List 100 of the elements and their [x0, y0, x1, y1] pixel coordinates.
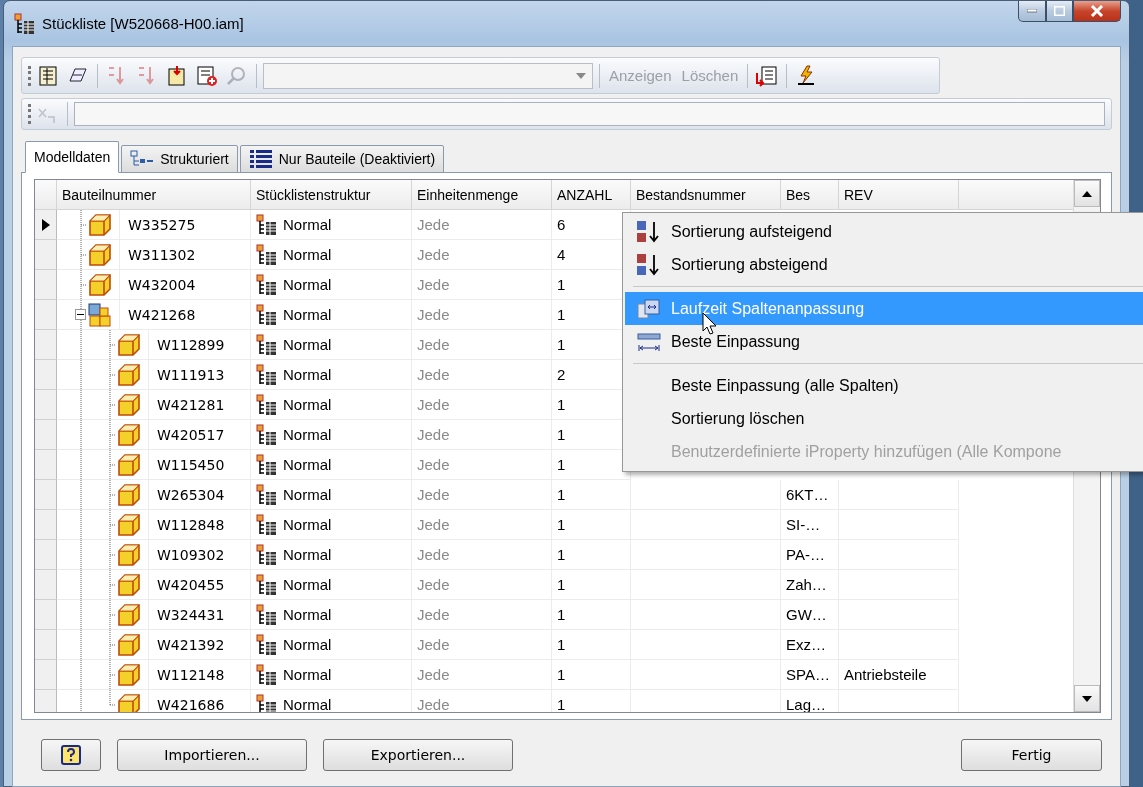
structure-icon [256, 213, 278, 236]
cube-icon [116, 631, 142, 658]
help-button[interactable] [41, 739, 101, 771]
structure-icon [256, 303, 278, 326]
structure-text: Normal [283, 666, 332, 683]
cube-icon [116, 421, 142, 448]
table-icon[interactable] [37, 64, 59, 87]
collapse-toggle[interactable] [75, 308, 86, 320]
table-add-icon[interactable] [196, 64, 218, 87]
structure-icon [256, 273, 278, 296]
filter-dropdown[interactable] [263, 62, 593, 89]
column-header[interactable]: REV [839, 180, 959, 210]
tree-line [80, 419, 116, 450]
quantity: 1 [552, 660, 631, 690]
minimize-icon [1027, 9, 1037, 13]
description-cell: 6KT… [781, 480, 839, 510]
cube-icon [116, 331, 142, 358]
structure-icon [256, 603, 278, 626]
down-arrow-icon [1082, 695, 1092, 702]
structure-icon [256, 243, 278, 266]
structure-icon [256, 393, 278, 416]
minimize-button[interactable] [1018, 1, 1046, 22]
close-icon [1090, 5, 1104, 17]
structure-text: Normal [283, 246, 332, 263]
column-header[interactable]: Stücklistenstruktur [251, 180, 412, 210]
tab[interactable]: Strukturiert [121, 145, 238, 173]
structure-text: Normal [283, 486, 332, 503]
search-icon[interactable] [226, 64, 248, 87]
tree-line [80, 569, 116, 600]
column-fit-icon [637, 297, 661, 320]
close-button[interactable] [1073, 1, 1121, 22]
cube-icon [116, 571, 142, 598]
structure-icon [256, 363, 278, 386]
description-cell: Zah… [781, 570, 839, 600]
tree-line [80, 659, 116, 690]
scroll-up-button[interactable] [1074, 180, 1100, 207]
structure-text: Normal [283, 366, 332, 383]
quantity: 1 [552, 600, 631, 630]
part-number: W421686 [148, 690, 250, 712]
structure-text: Normal [283, 426, 332, 443]
structure-text: Normal [283, 636, 332, 653]
unit-quantity: Jede [412, 270, 552, 300]
part-number: W421281 [148, 390, 250, 419]
up-arrow-icon [1082, 190, 1092, 197]
part-number: W109302 [148, 540, 250, 569]
column-header[interactable]: Bes [781, 180, 839, 210]
part-number: W112148 [148, 660, 250, 689]
quantity: 1 [552, 570, 631, 600]
structure-icon [256, 453, 278, 476]
structure-icon [256, 333, 278, 356]
tree-icon [130, 149, 155, 169]
unit-quantity: Jede [412, 630, 552, 660]
row-header[interactable] [35, 210, 57, 240]
quantity: 1 [552, 690, 631, 712]
column-header[interactable]: Bauteilnummer [57, 180, 251, 210]
formula-field[interactable] [74, 102, 1105, 126]
tree-line [80, 539, 116, 570]
structure-text: Normal [283, 396, 332, 413]
structure-text: Normal [283, 516, 332, 533]
tab[interactable]: Nur Bauteile (Deaktiviert) [239, 145, 445, 173]
tab[interactable]: Modelldaten [25, 141, 120, 173]
quantity: 1 [552, 480, 631, 510]
document-icon[interactable] [166, 64, 188, 87]
tree-line [80, 509, 116, 540]
column-header[interactable]: ANZAHL [552, 180, 631, 210]
caret-icon [576, 72, 586, 79]
cube-icon [116, 601, 142, 628]
tree-line [80, 689, 116, 712]
unit-quantity: Jede [412, 420, 552, 450]
assembly-icon [87, 301, 113, 328]
done-button[interactable]: Fertig [961, 739, 1102, 771]
description-cell: PA-… [781, 540, 839, 570]
unit-quantity: Jede [412, 360, 552, 390]
structure-icon [256, 423, 278, 446]
scroll-down-button[interactable] [1074, 685, 1100, 712]
part-number: W311302 [119, 240, 250, 269]
sort-descending-icon [636, 252, 662, 277]
mouse-pointer-icon [702, 312, 718, 336]
cube-icon [87, 271, 113, 298]
maximize-button[interactable] [1046, 1, 1073, 22]
window-title: Stückliste [W520668-H00.iam] [42, 15, 244, 32]
description-cell: GW… [781, 600, 839, 630]
structure-text: Normal [283, 546, 332, 563]
unit-quantity: Jede [412, 330, 552, 360]
structure-text: Normal [283, 696, 332, 712]
unit-quantity: Jede [412, 540, 552, 570]
dialog-button[interactable]: Importieren... [117, 739, 307, 771]
table-export-icon[interactable] [756, 64, 779, 87]
part-number: W112899 [148, 330, 250, 359]
column-header[interactable]: Bestandsnummer [631, 180, 781, 210]
unit-quantity: Jede [412, 660, 552, 690]
description-cell: Exz… [781, 630, 839, 660]
maximize-icon [1054, 6, 1065, 16]
part-number: W420517 [148, 420, 250, 449]
column-header[interactable]: Einheitenmenge [412, 180, 552, 210]
dialog-button[interactable]: Exportieren... [323, 739, 513, 771]
structure-text: Normal [283, 606, 332, 623]
cube-icon [87, 241, 113, 268]
quantity: 1 [552, 540, 631, 570]
quantity: 1 [552, 510, 631, 540]
